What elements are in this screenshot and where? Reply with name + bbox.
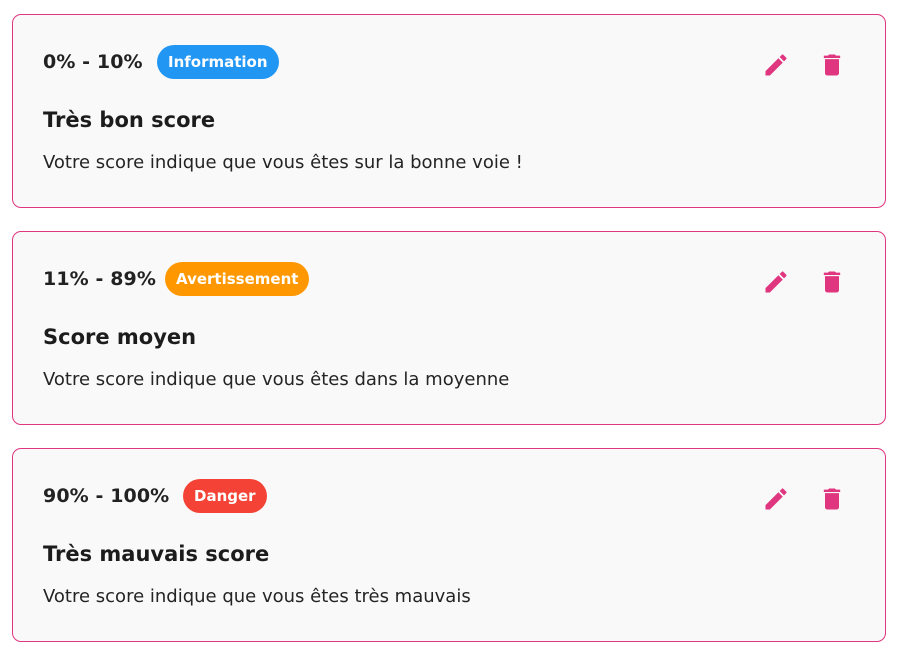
rule-description: Votre score indique que vous êtes dans l… [43,369,510,390]
trash-icon [823,54,841,76]
score-range: 0% - 10% [43,51,143,73]
severity-badge: Avertissement [165,262,310,296]
rule-description: Votre score indique que vous êtes sur la… [43,152,523,173]
score-rule-card: 90% - 100% Danger Très mauvais score Vot… [12,448,886,642]
rule-title: Score moyen [43,325,197,349]
pencil-icon [765,271,787,293]
pencil-icon [765,488,787,510]
rule-description: Votre score indique que vous êtes très m… [43,586,471,607]
score-rule-card: 11% - 89% Avertissement Score moyen Votr… [12,231,886,425]
delete-button[interactable] [817,50,847,80]
edit-button[interactable] [761,484,791,514]
delete-button[interactable] [817,484,847,514]
rule-title: Très bon score [43,108,216,132]
rule-title: Très mauvais score [43,542,270,566]
edit-button[interactable] [761,50,791,80]
edit-button[interactable] [761,267,791,297]
score-rule-card: 0% - 10% Information Très bon score Votr… [12,14,886,208]
severity-badge: Information [157,45,279,79]
trash-icon [823,271,841,293]
trash-icon [823,488,841,510]
score-range: 90% - 100% [43,485,170,507]
pencil-icon [765,54,787,76]
delete-button[interactable] [817,267,847,297]
severity-badge: Danger [183,479,267,513]
score-range: 11% - 89% [43,268,156,290]
